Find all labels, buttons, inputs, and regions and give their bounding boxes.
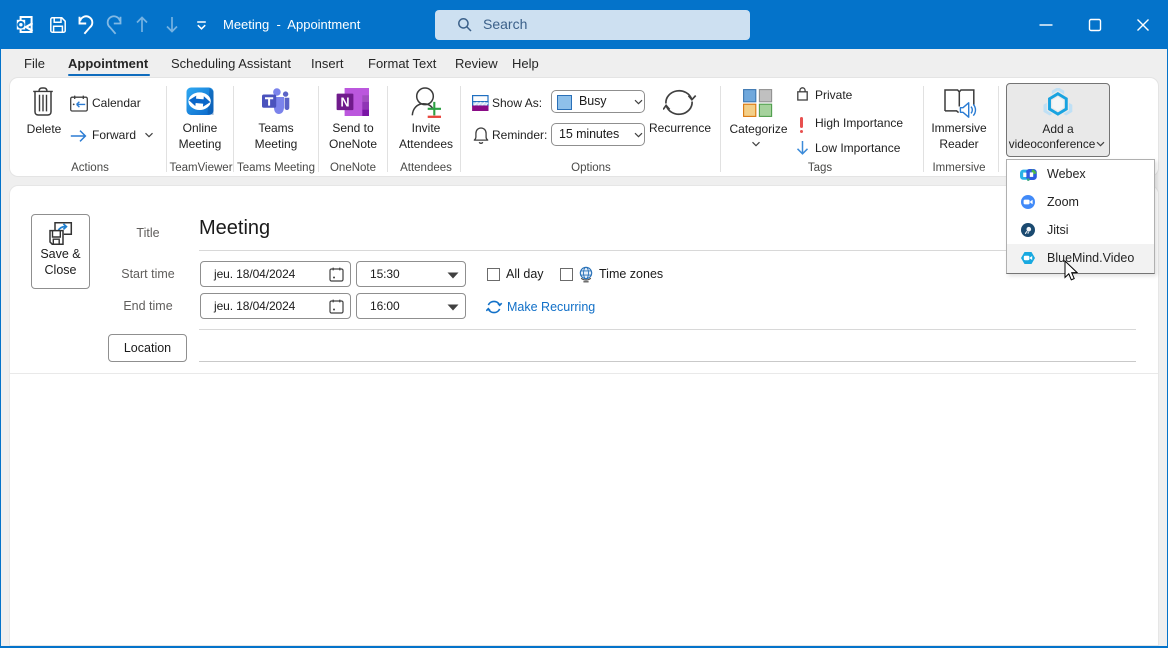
svg-text:N: N xyxy=(340,96,349,110)
